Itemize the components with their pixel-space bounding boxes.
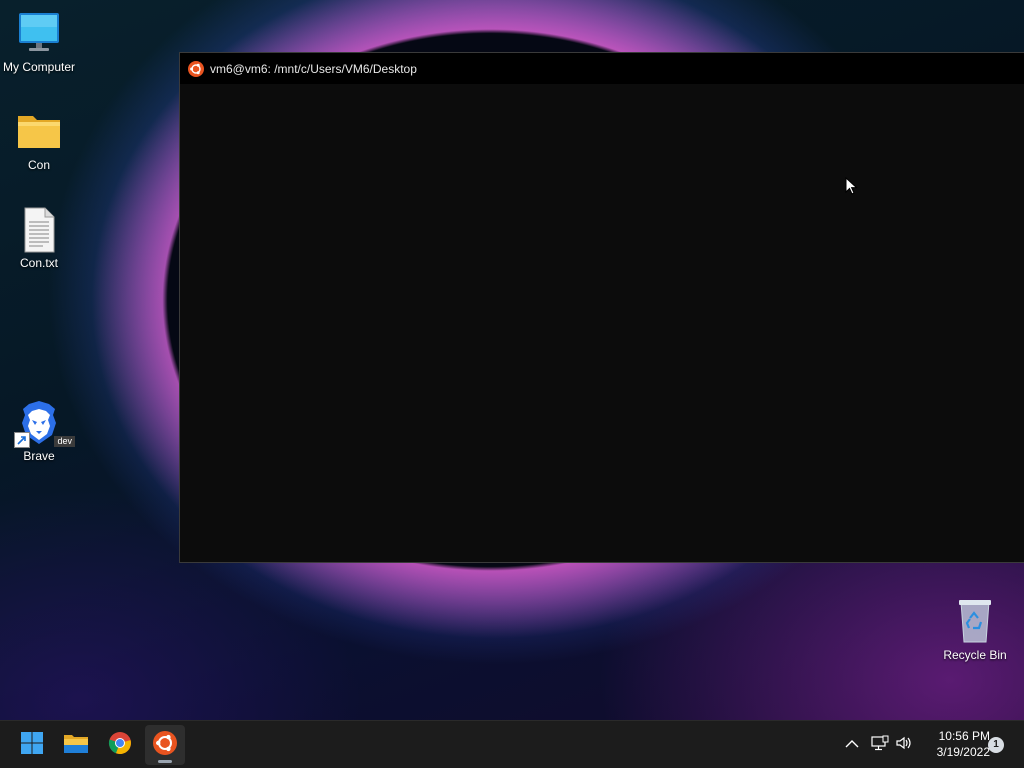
desktop-icon-label: My Computer xyxy=(2,60,76,74)
desktop-icon-con-folder[interactable]: Con xyxy=(1,108,77,172)
monitor-icon xyxy=(15,10,63,58)
chrome-button[interactable] xyxy=(100,725,140,765)
desktop-icon-con-txt[interactable]: Con.txt xyxy=(1,206,77,270)
file-explorer-button[interactable] xyxy=(56,725,96,765)
ubuntu-icon xyxy=(188,60,204,77)
desktop-icon-label: Con xyxy=(27,158,50,172)
brave-dev-badge: dev xyxy=(54,436,75,447)
folder-icon xyxy=(15,108,63,156)
ubuntu-icon xyxy=(153,730,177,760)
notification-badge[interactable]: 1 xyxy=(988,737,1004,753)
network-icon xyxy=(871,735,889,756)
taskbar: 10:56 PM 3/19/2022 1 xyxy=(0,720,1024,768)
show-hidden-icons-button[interactable] xyxy=(840,721,864,769)
taskbar-clock[interactable]: 10:56 PM 3/19/2022 xyxy=(920,728,990,760)
terminal-titlebar[interactable]: vm6@vm6: /mnt/c/Users/VM6/Desktop xyxy=(180,53,1024,84)
desktop-icon-label: Recycle Bin xyxy=(943,648,1007,662)
desktop-icon-brave[interactable]: dev Brave xyxy=(1,399,77,463)
shortcut-arrow-icon xyxy=(14,432,30,448)
ubuntu-terminal-button[interactable] xyxy=(145,725,185,765)
active-app-indicator xyxy=(158,760,172,763)
recycle-bin-icon xyxy=(951,598,999,646)
desktop-icon-recycle-bin[interactable]: Recycle Bin xyxy=(937,598,1013,662)
chrome-icon xyxy=(108,731,132,760)
brave-lion-icon: dev xyxy=(14,399,75,448)
mouse-cursor-icon xyxy=(845,176,859,197)
windows-start-icon xyxy=(20,731,44,760)
file-explorer-icon xyxy=(63,731,89,760)
terminal-content[interactable] xyxy=(180,84,1024,562)
terminal-window[interactable]: vm6@vm6: /mnt/c/Users/VM6/Desktop xyxy=(179,52,1024,563)
terminal-title: vm6@vm6: /mnt/c/Users/VM6/Desktop xyxy=(210,61,417,76)
clock-date: 3/19/2022 xyxy=(936,745,990,759)
volume-button[interactable] xyxy=(892,721,916,769)
text-file-icon xyxy=(15,206,63,254)
volume-icon xyxy=(895,735,913,756)
clock-time: 10:56 PM xyxy=(938,729,990,743)
chevron-up-icon xyxy=(845,736,859,754)
desktop-icon-my-computer[interactable]: My Computer xyxy=(1,10,77,74)
network-button[interactable] xyxy=(868,721,892,769)
start-button[interactable] xyxy=(12,725,52,765)
desktop-icon-label: Brave xyxy=(23,449,55,463)
desktop-icon-label: Con.txt xyxy=(19,256,58,270)
